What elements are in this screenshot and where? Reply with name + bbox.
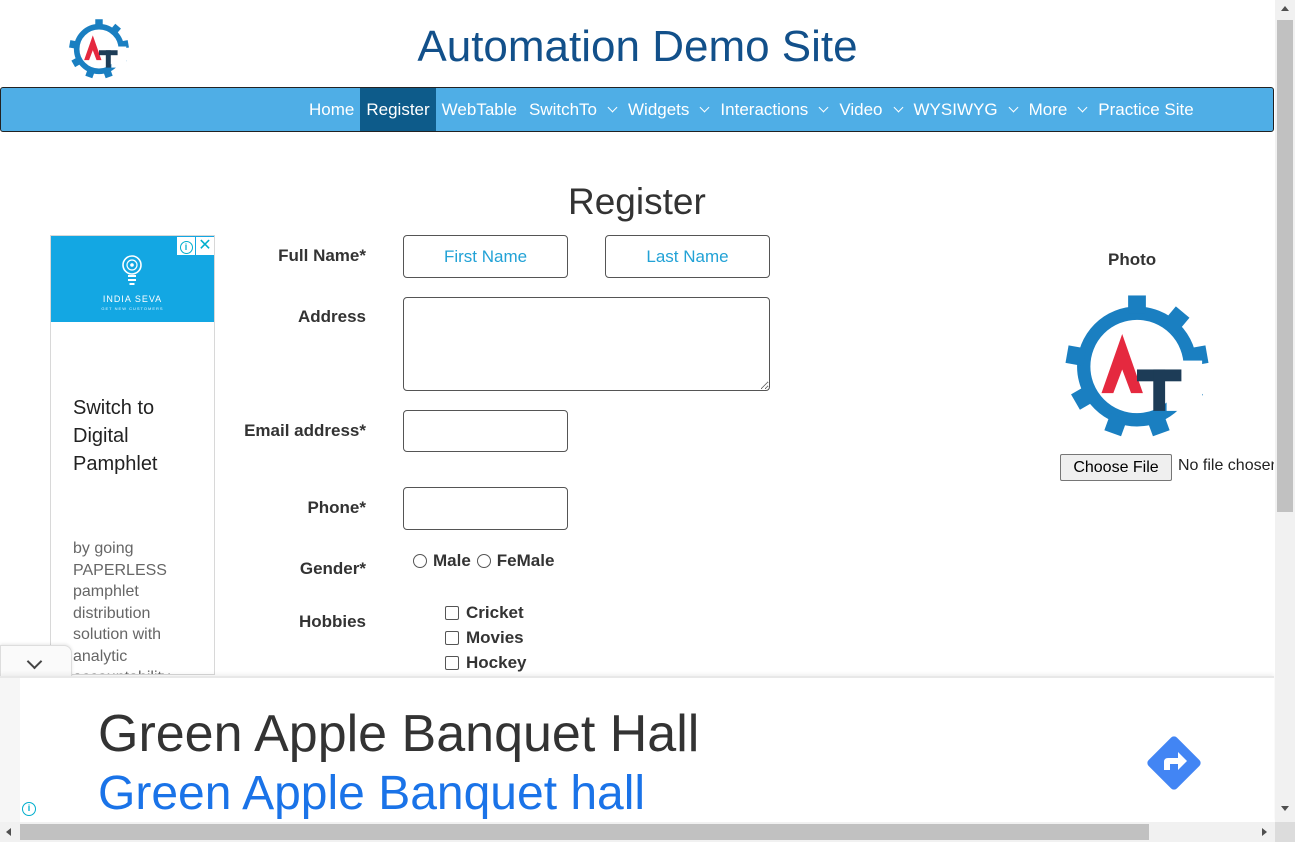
no-file-chosen-text: No file chosen — [1178, 457, 1274, 474]
bottom-ad-subtitle[interactable]: Green Apple Banquet hall — [98, 766, 645, 821]
movies-checkbox-label[interactable]: Movies — [466, 628, 524, 648]
chevron-down-icon[interactable] — [818, 102, 829, 113]
nav-menu: Home Register WebTable SwitchTo Widgets Inter… — [303, 88, 1200, 131]
movies-checkbox[interactable] — [445, 631, 459, 645]
site-title: Automation Demo Site — [417, 22, 858, 71]
nav-item-video[interactable]: Video — [833, 88, 907, 131]
nav-item-practice-site[interactable]: Practice Site — [1092, 88, 1199, 131]
scroll-left-arrow-icon[interactable] — [6, 828, 11, 836]
choose-file-button[interactable]: Choose File — [1060, 454, 1172, 481]
scroll-down-arrow-icon[interactable] — [1281, 806, 1289, 811]
chevron-down-icon[interactable] — [893, 102, 903, 113]
ad-headline[interactable]: Switch to Digital Pamphlet — [73, 394, 203, 478]
nav-item-widgets[interactable]: Widgets — [622, 88, 714, 131]
nav-item-label: Interactions — [720, 99, 809, 119]
main-navbar: Home Register WebTable SwitchTo Widgets Inter… — [0, 87, 1274, 132]
nav-item-label: Widgets — [628, 99, 690, 119]
page-title: Register — [568, 181, 706, 222]
page: Automation Demo Site Home Register WebTabl… — [0, 0, 1295, 842]
nav-item-label: WYSIWYG — [913, 99, 998, 119]
chevron-down-icon[interactable] — [607, 102, 618, 113]
horizontal-scrollbar[interactable] — [0, 822, 1275, 842]
gender-radio-group: Male FeMale — [413, 551, 554, 571]
first-name-input[interactable] — [403, 235, 568, 278]
nav-item-interactions[interactable]: Interactions — [714, 88, 833, 131]
full-name-label: Full Name* — [278, 246, 366, 265]
vertical-scroll-thumb[interactable] — [1277, 20, 1293, 512]
address-textarea[interactable] — [403, 297, 770, 391]
ad-left-strip — [0, 678, 20, 824]
bottom-banner-ad[interactable]: Green Apple Banquet Hall Green Apple Ban… — [0, 676, 1274, 824]
male-radio[interactable] — [413, 554, 427, 568]
email-label: Email address* — [244, 421, 366, 440]
hobbies-label: Hobbies — [298, 612, 366, 631]
ad-info-icon[interactable]: i — [177, 237, 195, 255]
male-radio-label[interactable]: Male — [433, 551, 471, 571]
hobby-movies: Movies — [445, 628, 524, 648]
directions-arrow-icon[interactable] — [1145, 734, 1203, 792]
nav-item-label: More — [1028, 99, 1068, 119]
chevron-down-icon — [26, 653, 43, 670]
nav-item-label: SwitchTo — [528, 99, 597, 119]
nav-item-label: Home — [309, 99, 355, 119]
scroll-right-arrow-icon[interactable] — [1262, 828, 1267, 836]
nav-item-webtable[interactable]: WebTable — [436, 88, 523, 131]
nav-item-label: WebTable — [441, 99, 517, 119]
ad-body-text: by going PAPERLESS pamphlet distribution… — [73, 540, 170, 674]
ad-info-glyph: i — [179, 241, 193, 254]
phone-input[interactable] — [403, 487, 568, 530]
photo-preview-logo-icon — [1065, 295, 1209, 437]
ad-close-icon[interactable]: ✕ — [196, 237, 214, 255]
nav-item-label: Practice Site — [1098, 99, 1194, 119]
nav-item-switchto[interactable]: SwitchTo — [523, 88, 622, 131]
vertical-scrollbar[interactable] — [1275, 0, 1295, 822]
female-radio-label[interactable]: FeMale — [497, 551, 555, 571]
nav-item-wysiwyg[interactable]: WYSIWYG — [908, 88, 1023, 131]
gender-label: Gender* — [299, 559, 366, 578]
nav-item-home[interactable]: Home — [303, 88, 360, 131]
left-side-ad[interactable]: INDIA SEVA GET NEW CUSTOMERS i ✕ Switch … — [50, 235, 215, 675]
scrollbar-corner — [1275, 822, 1295, 842]
hockey-checkbox-label[interactable]: Hockey — [466, 653, 526, 673]
nav-item-label: Register — [366, 99, 430, 119]
nav-item-register[interactable]: Register — [360, 88, 436, 131]
email-input[interactable] — [403, 410, 568, 452]
chevron-down-icon[interactable] — [1008, 102, 1019, 113]
nav-item-more[interactable]: More — [1023, 88, 1093, 131]
hobby-cricket: Cricket — [445, 603, 524, 623]
lightbulb-icon — [122, 255, 142, 285]
female-radio[interactable] — [476, 554, 491, 568]
photo-label: Photo — [1108, 250, 1157, 269]
hobby-hockey: Hockey — [445, 653, 526, 673]
phone-label: Phone* — [307, 498, 366, 517]
address-label: Address — [297, 307, 366, 326]
hockey-checkbox[interactable] — [445, 656, 459, 670]
chevron-down-icon[interactable] — [699, 102, 710, 113]
last-name-input[interactable] — [605, 235, 770, 278]
ad-info-icon[interactable]: i — [22, 802, 36, 816]
chevron-down-icon[interactable] — [1077, 102, 1088, 113]
cricket-checkbox-label[interactable]: Cricket — [466, 603, 524, 623]
bottom-ad-title[interactable]: Green Apple Banquet Hall — [98, 704, 699, 764]
horizontal-scroll-thumb[interactable] — [20, 824, 1149, 840]
nav-item-label: Video — [839, 99, 883, 119]
ad-brand-tagline: GET NEW CUSTOMERS — [101, 306, 164, 311]
scroll-up-arrow-icon[interactable] — [1281, 6, 1289, 11]
ad-brand-name: INDIA SEVA — [102, 294, 163, 304]
cricket-checkbox[interactable] — [445, 606, 459, 620]
